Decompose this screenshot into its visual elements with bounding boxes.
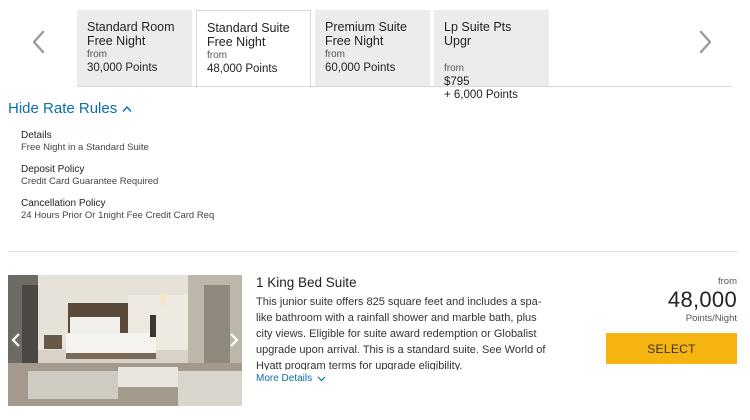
more-details-label: More Details — [256, 373, 313, 384]
tab-from-label: from — [325, 49, 345, 60]
rule-details: Details Free Night in a Standard Suite — [21, 130, 214, 154]
tab-name-line1: Lp Suite Pts Upgr — [444, 20, 512, 48]
photo-next-button[interactable] — [228, 331, 240, 349]
section-divider — [8, 251, 738, 252]
room-photo-carousel — [8, 275, 242, 406]
tab-name-line1: Premium Suite — [325, 20, 407, 34]
rate-tab-premium-suite[interactable]: Premium Suite Free Night from 60,000 Poi… — [315, 10, 430, 87]
rule-text: Credit Card Guarantee Required — [21, 176, 159, 187]
price-value: 48,000 — [667, 287, 737, 312]
rate-tab-standard-suite[interactable]: Standard Suite Free Night from 48,000 Po… — [196, 10, 311, 88]
tab-from-label: from — [87, 49, 107, 60]
tab-value-extra: + 6,000 Points — [444, 89, 518, 101]
rule-text: 24 Hours Prior Or 1night Fee Credit Card… — [21, 210, 215, 221]
carousel-prev-button[interactable] — [29, 28, 49, 56]
chevron-down-icon — [317, 376, 326, 381]
tab-name-line2: Free Night — [87, 34, 146, 48]
room-photo — [8, 275, 242, 406]
tab-value: 48,000 Points — [207, 63, 278, 75]
tab-name-line1: Standard Room — [87, 20, 175, 34]
select-button[interactable]: SELECT — [606, 333, 737, 364]
rate-tab-standard-room[interactable]: Standard Room Free Night from 30,000 Poi… — [77, 10, 192, 87]
tabs-divider — [77, 86, 732, 87]
tab-name-line2: Free Night — [207, 35, 266, 49]
rule-title: Cancellation Policy — [21, 198, 106, 209]
rule-text: Free Night in a Standard Suite — [21, 142, 149, 153]
tab-value: 30,000 Points — [87, 62, 158, 74]
price-unit: Points/Night — [685, 313, 737, 324]
tab-value: 60,000 Points — [325, 62, 396, 74]
rate-tab-lp-suite-upgrade[interactable]: Lp Suite Pts Upgr from $795 + 6,000 Poin… — [434, 10, 549, 101]
rate-rules: Details Free Night in a Standard Suite D… — [21, 130, 214, 232]
room-title: 1 King Bed Suite — [256, 275, 357, 290]
tab-value: $795 — [444, 76, 470, 88]
chevron-left-icon — [11, 333, 20, 347]
tab-from-label: from — [207, 50, 227, 61]
rule-cancellation-policy: Cancellation Policy 24 Hours Prior Or 1n… — [21, 198, 214, 222]
carousel-next-button[interactable] — [695, 28, 715, 56]
photo-prev-button[interactable] — [10, 331, 22, 349]
chevron-up-icon — [122, 105, 132, 112]
tab-name-line1: Standard Suite — [207, 21, 290, 35]
rule-title: Details — [21, 130, 52, 141]
rule-deposit-policy: Deposit Policy Credit Card Guarantee Req… — [21, 164, 214, 188]
chevron-right-icon — [699, 30, 712, 54]
tab-name-line2 — [444, 48, 540, 62]
hide-rate-rules-label: Hide Rate Rules — [8, 100, 118, 117]
chevron-right-icon — [230, 333, 239, 347]
price-from-label: from — [718, 276, 737, 287]
hide-rate-rules-toggle[interactable]: Hide Rate Rules — [8, 100, 132, 117]
room-description: This junior suite offers 825 square feet… — [256, 296, 546, 370]
chevron-left-icon — [32, 30, 45, 54]
tab-from-label: from — [444, 63, 464, 74]
more-details-link[interactable]: More Details — [256, 373, 326, 384]
tab-name-line2: Free Night — [325, 34, 384, 48]
rule-title: Deposit Policy — [21, 164, 85, 175]
